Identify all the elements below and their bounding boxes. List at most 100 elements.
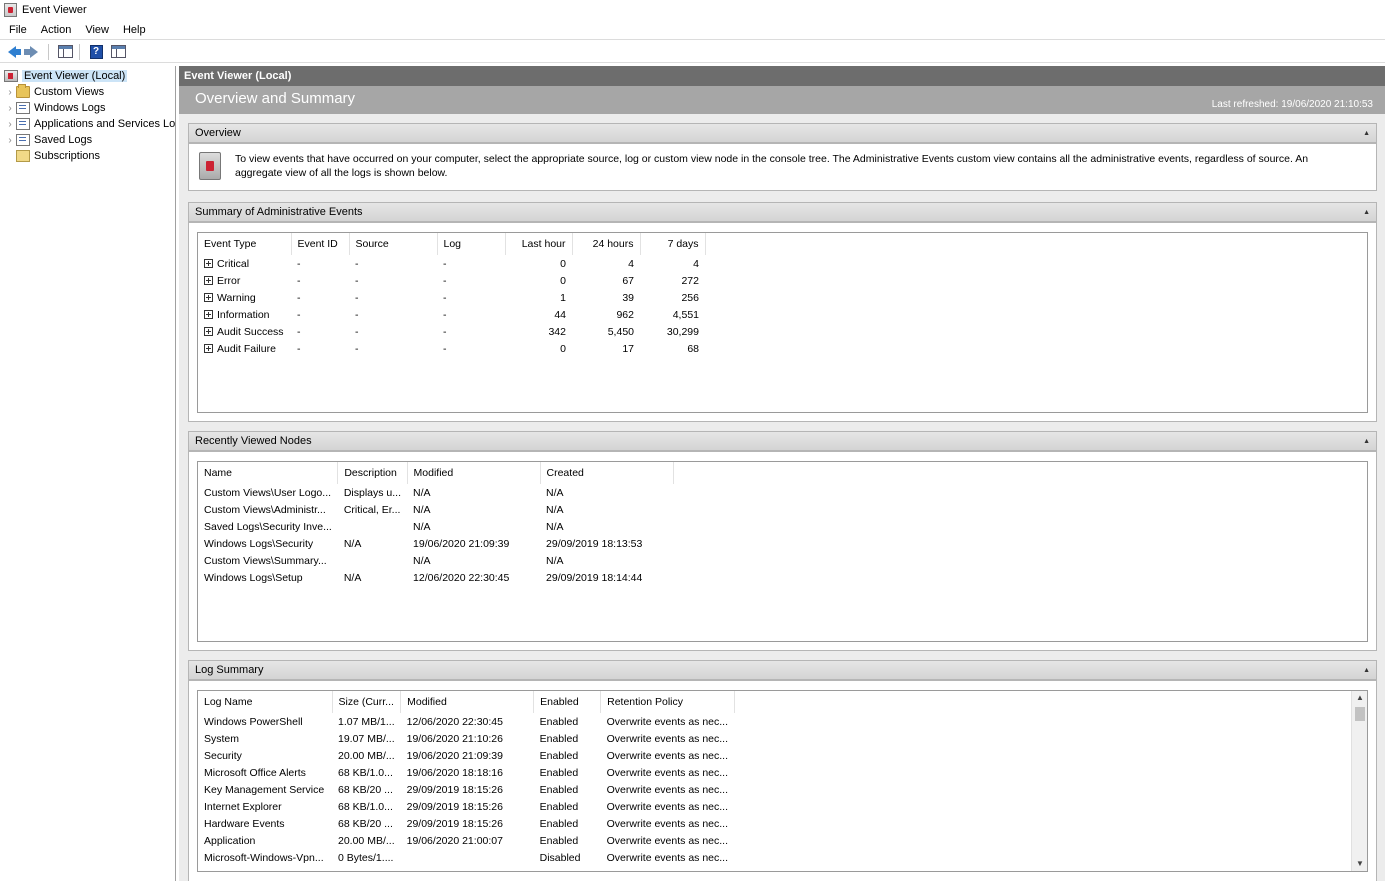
expand-plus-icon[interactable] (204, 309, 213, 319)
expand-plus-icon[interactable] (204, 292, 213, 302)
column-header[interactable]: 7 days (640, 233, 706, 255)
log-summary-section-header[interactable]: Log Summary ▲ (188, 660, 1377, 680)
expand-chevron-icon[interactable]: › (4, 103, 16, 114)
table-cell: 962 (616, 308, 634, 321)
table-row[interactable]: Microsoft-Windows-Vpn... 0 Bytes/1.... D… (198, 849, 735, 866)
table-row[interactable]: Key Management Service 68 KB/20 ... 29/0… (198, 781, 735, 798)
expand-plus-icon[interactable] (204, 343, 213, 353)
column-header[interactable]: Modified (400, 691, 535, 713)
expand-plus-icon[interactable] (204, 258, 213, 268)
column-header[interactable]: Log (437, 233, 506, 255)
column-header[interactable]: Last hour (505, 233, 573, 255)
recent-grid[interactable]: Name Description Modified Created Custom… (197, 461, 1368, 642)
tree-item-applications-and-services[interactable]: › Applications and Services Lo (4, 116, 175, 132)
show-hide-action-pane-button[interactable] (108, 43, 128, 61)
column-header[interactable]: Retention Policy (600, 691, 736, 713)
table-row[interactable]: Security 20.00 MB/... 19/06/2020 21:09:3… (198, 747, 735, 764)
collapse-icon[interactable]: ▲ (1363, 667, 1370, 674)
expand-chevron-icon[interactable]: › (4, 87, 16, 98)
summary-section-header[interactable]: Summary of Administrative Events ▲ (188, 202, 1377, 222)
vertical-scrollbar[interactable]: ▲ ▼ (1351, 691, 1367, 871)
tree-item-custom-views[interactable]: › Custom Views (4, 84, 104, 100)
table-row[interactable]: Application 20.00 MB/... 19/06/2020 21:0… (198, 832, 735, 849)
table-cell: System (204, 732, 240, 745)
column-header[interactable]: Event Type (198, 233, 292, 255)
table-row[interactable]: Custom Views\Summary... N/A N/A (198, 552, 673, 569)
column-header[interactable]: Created (540, 462, 674, 484)
menu-help[interactable]: Help (116, 20, 153, 40)
table-row[interactable]: Critical - - - 0 4 4 (198, 255, 705, 272)
table-row[interactable]: Windows Logs\Security N/A 19/06/2020 21:… (198, 535, 673, 552)
table-cell: 68 KB/1.0... (338, 800, 393, 813)
collapse-icon[interactable]: ▲ (1363, 209, 1370, 216)
table-cell: Critical, Er... (343, 503, 401, 516)
column-header[interactable]: Log Name (198, 691, 333, 713)
column-header[interactable]: Size (Curr... (332, 691, 402, 713)
table-row[interactable]: Custom Views\User Logo... Displays u... … (198, 484, 673, 501)
expand-plus-icon[interactable] (204, 326, 213, 336)
table-cell: N/A (546, 554, 564, 567)
menu-action[interactable]: Action (34, 20, 79, 40)
recent-section-header[interactable]: Recently Viewed Nodes ▲ (188, 431, 1377, 451)
column-header[interactable]: Modified (407, 462, 541, 484)
tree-item-saved-logs[interactable]: › Saved Logs (4, 132, 92, 148)
table-row[interactable]: Warning - - - 1 39 256 (198, 289, 705, 306)
table-row[interactable]: Audit Failure - - - 0 17 68 (198, 340, 705, 357)
table-cell: Enabled (539, 732, 579, 745)
table-cell (338, 518, 407, 535)
table-row[interactable]: Windows Logs\Setup N/A 12/06/2020 22:30:… (198, 569, 673, 586)
table-row[interactable]: Audit Success - - - 342 5,450 30,299 (198, 323, 705, 340)
table-cell: - (355, 291, 359, 304)
table-row[interactable]: Hardware Events 68 KB/20 ... 29/09/2019 … (198, 815, 735, 832)
forward-button[interactable] (24, 43, 44, 61)
tree-item-subscriptions[interactable]: Subscriptions (4, 148, 100, 164)
help-button[interactable]: ? (86, 43, 106, 61)
table-row[interactable]: Windows PowerShell 1.07 MB/1... 12/06/20… (198, 713, 735, 730)
table-cell: Hardware Events (204, 817, 285, 830)
table-cell: Enabled (539, 834, 579, 847)
column-header[interactable]: Enabled (533, 691, 602, 713)
table-row[interactable]: Microsoft Office Alerts 68 KB/1.0... 19/… (198, 764, 735, 781)
collapse-icon[interactable]: ▲ (1363, 438, 1370, 445)
table-cell: N/A (343, 571, 362, 584)
expand-chevron-icon[interactable]: › (4, 135, 16, 146)
column-header[interactable]: 24 hours (572, 233, 641, 255)
subscriptions-icon (16, 150, 30, 162)
toolbar-separator (48, 43, 49, 60)
show-hide-console-tree-button[interactable] (55, 43, 75, 61)
tree-item-windows-logs[interactable]: › Windows Logs (4, 100, 106, 116)
expand-plus-icon[interactable] (204, 275, 213, 285)
table-cell: Overwrite events as nec... (606, 732, 729, 745)
table-cell: Displays u... (343, 486, 402, 499)
summary-grid[interactable]: Event Type Event ID Source Log Last hour… (197, 232, 1368, 413)
column-header[interactable]: Event ID (291, 233, 350, 255)
column-header[interactable]: Name (198, 462, 339, 484)
table-row[interactable]: Error - - - 0 67 272 (198, 272, 705, 289)
expand-chevron-icon[interactable]: › (4, 119, 16, 130)
table-row[interactable]: System 19.07 MB/... 19/06/2020 21:10:26 … (198, 730, 735, 747)
table-row[interactable]: Custom Views\Administr... Critical, Er..… (198, 501, 673, 518)
tree-item-root[interactable]: Event Viewer (Local) (4, 68, 128, 84)
table-row[interactable]: Information - - - 44 962 4,551 (198, 306, 705, 323)
menu-file[interactable]: File (0, 20, 34, 40)
log-summary-grid[interactable]: Log Name Size (Curr... Modified Enabled … (197, 690, 1368, 872)
table-cell: Audit Failure (198, 340, 291, 357)
scrollbar-thumb[interactable] (1355, 707, 1365, 721)
scroll-up-arrow-icon[interactable]: ▲ (1352, 691, 1367, 705)
table-cell: 29/09/2019 18:15:26 (406, 800, 503, 813)
table-header-row: Name Description Modified Created (198, 462, 674, 484)
overview-section-header[interactable]: Overview ▲ (188, 123, 1377, 143)
back-button[interactable] (2, 43, 22, 61)
collapse-icon[interactable]: ▲ (1363, 130, 1370, 137)
column-header[interactable]: Source (349, 233, 438, 255)
table-cell: - (297, 342, 301, 355)
table-cell: 30,299 (666, 325, 699, 338)
table-row[interactable]: Internet Explorer 68 KB/1.0... 29/09/201… (198, 798, 735, 815)
table-cell: 4 (628, 257, 634, 270)
table-cell: Overwrite events as nec... (606, 783, 729, 796)
table-cell: 19.07 MB/... (338, 732, 395, 745)
scroll-down-arrow-icon[interactable]: ▼ (1352, 857, 1367, 871)
table-row[interactable]: Saved Logs\Security Inve... N/A N/A (198, 518, 673, 535)
menu-view[interactable]: View (78, 20, 116, 40)
column-header[interactable]: Description (337, 462, 408, 484)
